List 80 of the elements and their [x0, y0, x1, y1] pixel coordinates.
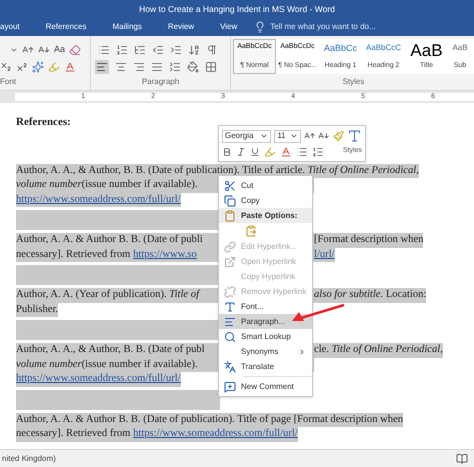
group-label: Styles	[342, 76, 364, 88]
italic-icon[interactable]	[236, 146, 246, 156]
reference-text: volume number(issue number if available).	[16, 179, 198, 190]
sort-icon[interactable]	[188, 44, 200, 56]
font-dropdown[interactable]: Georgia	[222, 130, 272, 142]
dropdown-icon[interactable]	[260, 132, 268, 140]
underline-icon[interactable]	[250, 146, 260, 156]
bold-icon[interactable]	[222, 146, 232, 156]
line-spacing-icon[interactable]	[169, 61, 181, 74]
ribbon-tab[interactable]: Mailings	[100, 18, 155, 36]
increase-indent-icon[interactable]	[170, 44, 182, 56]
reference-text: cle. Title of Online Periodical,	[314, 344, 443, 355]
reference-text: [Format description when	[314, 234, 424, 245]
reference-text: Author, A. A. & Author B. B. (Date of publi	[16, 234, 203, 245]
external-link-icon	[224, 256, 236, 268]
clear-formatting-icon[interactable]	[69, 44, 82, 56]
tell-me-field[interactable]: Tell me what you want to do...	[254, 21, 376, 33]
reference-text: Author, A. A., & Author, B. B. (Date of publication). Title of article. Title of Online Periodical,	[16, 164, 419, 176]
dropdown-icon[interactable]	[290, 132, 298, 140]
ribbon-tab[interactable]: View	[207, 18, 250, 36]
numbering-icon[interactable]	[116, 44, 128, 56]
reference-text: Author, A. A., & Author, B. B. (Date of publ	[16, 344, 205, 355]
menu-item[interactable]: Cut	[219, 178, 312, 193]
change-case-button[interactable]: Aa	[54, 43, 66, 56]
clipboard-icon	[224, 210, 236, 222]
align-right-icon[interactable]	[133, 61, 145, 74]
lightbulb-icon	[254, 21, 266, 33]
font-size-dropdown[interactable]: 11	[274, 130, 302, 142]
ribbon-tab[interactable]: References	[32, 18, 100, 36]
subscript-icon[interactable]	[0, 61, 12, 74]
menu-item[interactable]: Font...	[219, 299, 312, 314]
read-mode-icon[interactable]	[456, 452, 468, 464]
letter-icon	[224, 300, 236, 312]
justify-icon[interactable]	[151, 61, 163, 74]
paste-keep-formatting-icon[interactable]	[245, 225, 257, 237]
group-label: Paragraph	[142, 76, 180, 88]
borders-icon[interactable]	[205, 61, 217, 74]
copy-icon	[224, 194, 236, 206]
pilcrow-icon[interactable]	[206, 44, 218, 56]
paragraph-icon	[224, 316, 236, 328]
numbering-icon[interactable]	[312, 146, 324, 158]
font-color-icon[interactable]	[64, 61, 76, 74]
document-heading: References:	[16, 115, 71, 130]
styles-icon[interactable]	[346, 128, 362, 144]
ribbon-tab[interactable]: ayout	[0, 18, 33, 36]
menu-item[interactable]: Synonyms	[219, 344, 312, 359]
window-title: How to Create a Hanging Indent in MS Word - Word	[139, 2, 335, 16]
reference-text: also for subtitle. Location:	[314, 289, 426, 300]
align-left-button[interactable]	[95, 60, 109, 74]
group-label: Font	[0, 76, 18, 88]
link-icon	[224, 240, 236, 252]
font-color-icon[interactable]	[280, 146, 292, 158]
link[interactable]: https://www.so	[133, 248, 197, 260]
menu-item[interactable]: Paragraph...	[219, 314, 312, 329]
shading-icon[interactable]	[187, 61, 199, 74]
ribbon-tab[interactable]: Review	[154, 18, 208, 36]
translate-icon	[224, 360, 236, 372]
comment-icon	[224, 380, 236, 392]
reference-text: Publisher.	[16, 304, 58, 314]
superscript-icon[interactable]	[16, 61, 28, 74]
unlink-icon	[224, 286, 236, 298]
multilevel-list-icon[interactable]	[134, 44, 146, 56]
reference-text: Author, A. A. & Author B. B. (Date of publication). Title of page [Format description when	[16, 414, 404, 424]
reference-text: necessary]. Retrieved from	[16, 428, 132, 439]
menu-item[interactable]: Copy	[219, 193, 312, 208]
scissors-icon	[224, 180, 236, 192]
reference-text: volume number(issue number if available).	[16, 358, 198, 370]
reference-text: Author, A. A. (Year of publication). Title of	[16, 289, 200, 300]
arrow-annotation	[290, 303, 346, 323]
decrease-indent-icon[interactable]	[152, 44, 164, 56]
reference-text: necessary]. Retrieved from	[16, 248, 132, 260]
text-effects-icon[interactable]	[32, 61, 44, 74]
align-center-icon[interactable]	[115, 61, 127, 74]
menu-section-header: Paste Options:	[219, 208, 312, 223]
language-status: nited Kingdom)	[2, 452, 56, 464]
menu-item[interactable]: New Comment	[219, 379, 312, 394]
menu-item[interactable]: Translate	[219, 359, 312, 374]
menu-item[interactable]: Smart Lookup	[219, 329, 312, 344]
link[interactable]: https://www.someaddress.com/full/url/	[133, 428, 298, 439]
search-icon	[224, 330, 236, 342]
